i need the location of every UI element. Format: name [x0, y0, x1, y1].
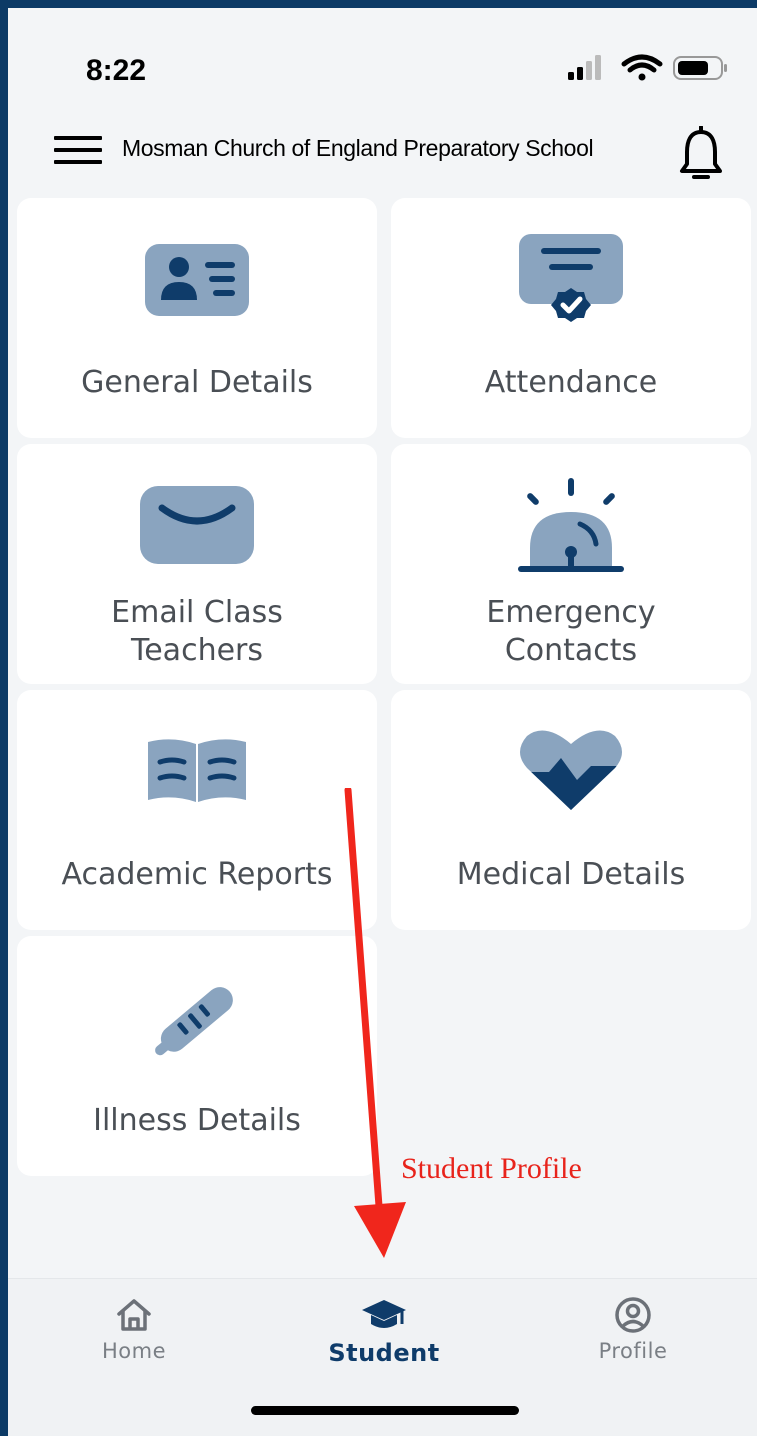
tile-attendance[interactable]: Attendance — [391, 198, 751, 438]
home-indicator[interactable] — [251, 1406, 519, 1415]
tile-illness-details[interactable]: Illness Details — [17, 936, 377, 1176]
nav-home[interactable]: Home — [54, 1297, 214, 1363]
hamburger-menu-icon[interactable] — [54, 136, 102, 166]
page-title: Mosman Church of England Preparatory Sch… — [122, 135, 594, 161]
nav-profile[interactable]: Profile — [553, 1297, 713, 1363]
nav-profile-label: Profile — [598, 1339, 668, 1363]
heart-pulse-icon — [520, 730, 622, 810]
tile-label: Academic Reports — [61, 857, 333, 892]
tile-label: Medical Details — [456, 857, 686, 892]
envelope-icon — [140, 486, 254, 564]
nav-student-label: Student — [328, 1339, 440, 1367]
tile-email-class-teachers[interactable]: Email Class Teachers — [17, 444, 377, 684]
nav-home-label: Home — [101, 1339, 166, 1363]
battery-icon — [673, 56, 727, 80]
graduation-cap-icon — [362, 1300, 406, 1328]
certificate-check-icon — [519, 234, 623, 322]
id-card-icon — [145, 244, 249, 316]
status-icons — [568, 54, 727, 81]
siren-icon — [518, 478, 624, 572]
home-icon — [117, 1299, 151, 1331]
tile-label: Attendance — [484, 365, 658, 400]
tile-academic-reports[interactable]: Academic Reports — [17, 690, 377, 930]
tile-medical-details[interactable]: Medical Details — [391, 690, 751, 930]
wifi-icon — [621, 54, 663, 81]
thermometer-icon — [155, 987, 233, 1056]
user-circle-icon — [615, 1297, 651, 1333]
tile-general-details[interactable]: General Details — [17, 198, 377, 438]
bell-icon[interactable] — [678, 126, 724, 182]
annotation-text: Student Profile — [401, 1152, 582, 1185]
nav-student[interactable]: Student — [304, 1297, 464, 1367]
tile-label: Email Class Teachers — [111, 595, 283, 668]
open-book-icon — [148, 739, 246, 802]
cellular-signal-icon — [568, 55, 601, 80]
tile-label: Illness Details — [93, 1103, 301, 1138]
status-time: 8:22 — [86, 54, 147, 87]
tile-label: General Details — [81, 365, 313, 400]
annotation-arrow — [344, 788, 406, 1258]
tile-emergency-contacts[interactable]: Emergency Contacts — [391, 444, 751, 684]
app-screen: 8:22 Mosman Church of England Preparator… — [8, 8, 757, 1436]
tile-label: Emergency Contacts — [486, 595, 656, 668]
